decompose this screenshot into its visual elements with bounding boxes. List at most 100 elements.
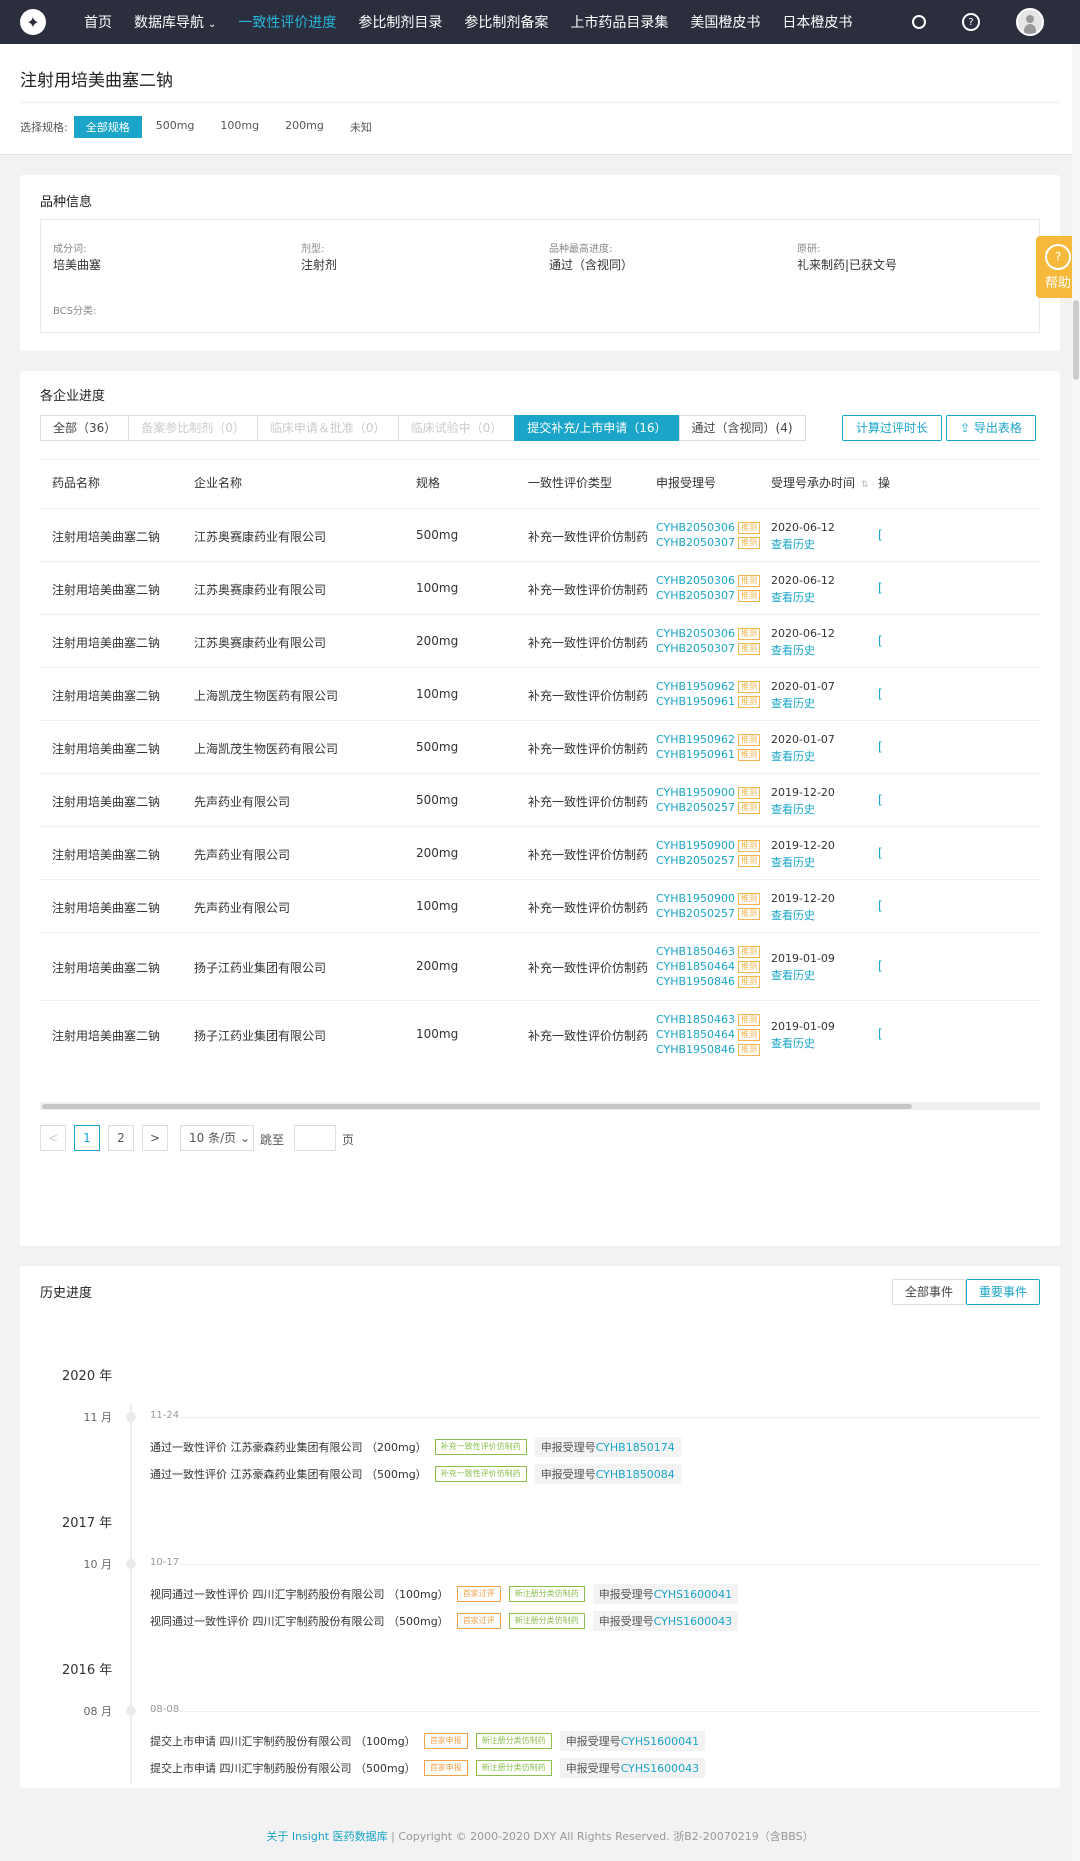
acceptance-code-link[interactable]: CYHB1850463 推测: [656, 1013, 761, 1026]
action-cell[interactable]: [: [878, 793, 883, 807]
acceptance-code-link[interactable]: CYHB1950961 推测: [656, 695, 761, 708]
nav-item[interactable]: 参比制剂目录: [358, 12, 442, 32]
sort-icon[interactable]: ⇅: [861, 480, 869, 490]
nav-item[interactable]: 日本橙皮书: [782, 12, 852, 32]
originator-link[interactable]: 礼来制药|已获文号: [797, 256, 897, 273]
acceptance-code-link[interactable]: CYHB1950846 推测: [656, 1043, 761, 1056]
acceptance-code-link[interactable]: CYHB2050306 推测: [656, 627, 761, 640]
view-history-link[interactable]: 查看历史: [771, 536, 815, 552]
all-events-button[interactable]: 全部事件: [892, 1279, 967, 1305]
acceptance-code[interactable]: CYHB1950900: [656, 786, 735, 799]
spec-option[interactable]: 500mg: [144, 116, 207, 138]
view-history-link[interactable]: 查看历史: [771, 854, 815, 870]
acceptance-code-link[interactable]: CYHB1850463 推测: [656, 945, 761, 958]
table-hscrollbar[interactable]: [40, 1102, 1040, 1110]
help-circle-icon[interactable]: ?: [962, 13, 980, 31]
view-history-link[interactable]: 查看历史: [771, 801, 815, 817]
column-header[interactable]: 受理号承办时间 ⇅: [771, 460, 869, 508]
prev-page-button[interactable]: <: [40, 1125, 66, 1151]
acceptance-code-link[interactable]: CYHB2050307 推测: [656, 536, 761, 549]
acceptance-code[interactable]: CYHB2050306: [656, 574, 735, 587]
page-button[interactable]: 2: [108, 1125, 134, 1151]
nav-item[interactable]: 上市药品目录集: [570, 12, 668, 32]
acceptance-code-link[interactable]: CYHB1950962 推测: [656, 733, 761, 746]
nav-item[interactable]: 一致性评价进度: [238, 12, 336, 32]
action-cell[interactable]: [: [878, 528, 883, 542]
acceptance-code-link[interactable]: CYHB1950900 推测: [656, 786, 761, 799]
important-events-button[interactable]: 重要事件: [966, 1279, 1041, 1305]
footer-about-link[interactable]: 关于 Insight 医药数据库: [266, 1830, 387, 1843]
spec-option[interactable]: 未知: [338, 116, 384, 138]
acceptance-code[interactable]: CYHB1950962: [656, 733, 735, 746]
view-history-link[interactable]: 查看历史: [771, 967, 815, 983]
export-table-button[interactable]: ⇪ 导出表格: [946, 415, 1036, 441]
acceptance-code[interactable]: CYHB2050306: [656, 521, 735, 534]
spec-option[interactable]: 全部规格: [73, 116, 142, 138]
acceptance-code[interactable]: CYHB1950961: [656, 695, 735, 708]
acceptance-code-link[interactable]: CYHB1850464 推测: [656, 1028, 761, 1041]
acceptance-code-link[interactable]: CYHB1850464 推测: [656, 960, 761, 973]
acceptance-code[interactable]: CYHB1950846: [656, 1043, 735, 1056]
acceptance-code-link[interactable]: CYHB1950962 推测: [656, 680, 761, 693]
acceptance-code[interactable]: CYHB2050306: [656, 627, 735, 640]
acceptance-code[interactable]: CYHB1950900: [656, 839, 735, 852]
status-tab[interactable]: 全部（36）: [40, 415, 130, 441]
logo-icon[interactable]: ✦: [20, 9, 46, 35]
action-cell[interactable]: [: [878, 581, 883, 595]
spec-option[interactable]: 100mg: [208, 116, 271, 138]
page-button[interactable]: 1: [74, 1125, 100, 1151]
acceptance-code[interactable]: CYHB2050307: [656, 589, 735, 602]
view-history-link[interactable]: 查看历史: [771, 642, 815, 658]
calc-duration-button[interactable]: 计算过评时长: [842, 415, 943, 441]
avatar[interactable]: [1016, 8, 1044, 36]
status-tab[interactable]: 通过（含视同）(4): [678, 415, 806, 441]
action-cell[interactable]: [: [878, 687, 883, 701]
view-history-link[interactable]: 查看历史: [771, 748, 815, 764]
history-code-link[interactable]: CYHB1850174: [596, 1441, 675, 1454]
acceptance-code[interactable]: CYHB1850463: [656, 1013, 735, 1026]
acceptance-code[interactable]: CYHB2050257: [656, 801, 735, 814]
acceptance-code[interactable]: CYHB1850464: [656, 1028, 735, 1041]
page-size-select[interactable]: 10 条/页 ⌄: [180, 1125, 254, 1151]
acceptance-code[interactable]: CYHB1950846: [656, 975, 735, 988]
history-code-link[interactable]: CYHS1600043: [621, 1762, 699, 1775]
acceptance-code[interactable]: CYHB2050307: [656, 536, 735, 549]
acceptance-code-link[interactable]: CYHB1950961 推测: [656, 748, 761, 761]
history-code-link[interactable]: CYHS1600041: [621, 1735, 699, 1748]
search-icon[interactable]: [912, 15, 926, 29]
action-cell[interactable]: [: [878, 899, 883, 913]
acceptance-code[interactable]: CYHB2050307: [656, 642, 735, 655]
view-history-link[interactable]: 查看历史: [771, 589, 815, 605]
acceptance-code-link[interactable]: CYHB2050307 推测: [656, 642, 761, 655]
acceptance-code-link[interactable]: CYHB1950900 推测: [656, 839, 761, 852]
acceptance-code[interactable]: CYHB1850463: [656, 945, 735, 958]
history-code-link[interactable]: CYHS1600041: [654, 1588, 732, 1601]
nav-item[interactable]: 数据库导航 ⌄: [134, 12, 216, 32]
view-history-link[interactable]: 查看历史: [771, 695, 815, 711]
page-scroll-thumb[interactable]: [1073, 300, 1079, 380]
acceptance-code[interactable]: CYHB2050257: [656, 907, 735, 920]
jump-page-input[interactable]: [294, 1125, 336, 1151]
nav-item[interactable]: 美国橙皮书: [690, 12, 760, 32]
acceptance-code[interactable]: CYHB1950961: [656, 748, 735, 761]
acceptance-code[interactable]: CYHB1850464: [656, 960, 735, 973]
action-cell[interactable]: [: [878, 634, 883, 648]
action-cell[interactable]: [: [878, 959, 883, 973]
status-tab[interactable]: 提交补充/上市申请（16）: [514, 415, 680, 441]
acceptance-code[interactable]: CYHB2050257: [656, 854, 735, 867]
acceptance-code[interactable]: CYHB1950900: [656, 892, 735, 905]
acceptance-code-link[interactable]: CYHB1950900 推测: [656, 892, 761, 905]
acceptance-code-link[interactable]: CYHB1950846 推测: [656, 975, 761, 988]
action-cell[interactable]: [: [878, 1027, 883, 1041]
acceptance-code-link[interactable]: CYHB2050257 推测: [656, 907, 761, 920]
history-code-link[interactable]: CYHB1850084: [596, 1468, 675, 1481]
view-history-link[interactable]: 查看历史: [771, 907, 815, 923]
acceptance-code-link[interactable]: CYHB2050307 推测: [656, 589, 761, 602]
history-code-link[interactable]: CYHS1600043: [654, 1615, 732, 1628]
acceptance-code-link[interactable]: CYHB2050257 推测: [656, 801, 761, 814]
next-page-button[interactable]: >: [142, 1125, 168, 1151]
action-cell[interactable]: [: [878, 740, 883, 754]
nav-item[interactable]: 参比制剂备案: [464, 12, 548, 32]
acceptance-code-link[interactable]: CYHB2050306 推测: [656, 574, 761, 587]
acceptance-code[interactable]: CYHB1950962: [656, 680, 735, 693]
